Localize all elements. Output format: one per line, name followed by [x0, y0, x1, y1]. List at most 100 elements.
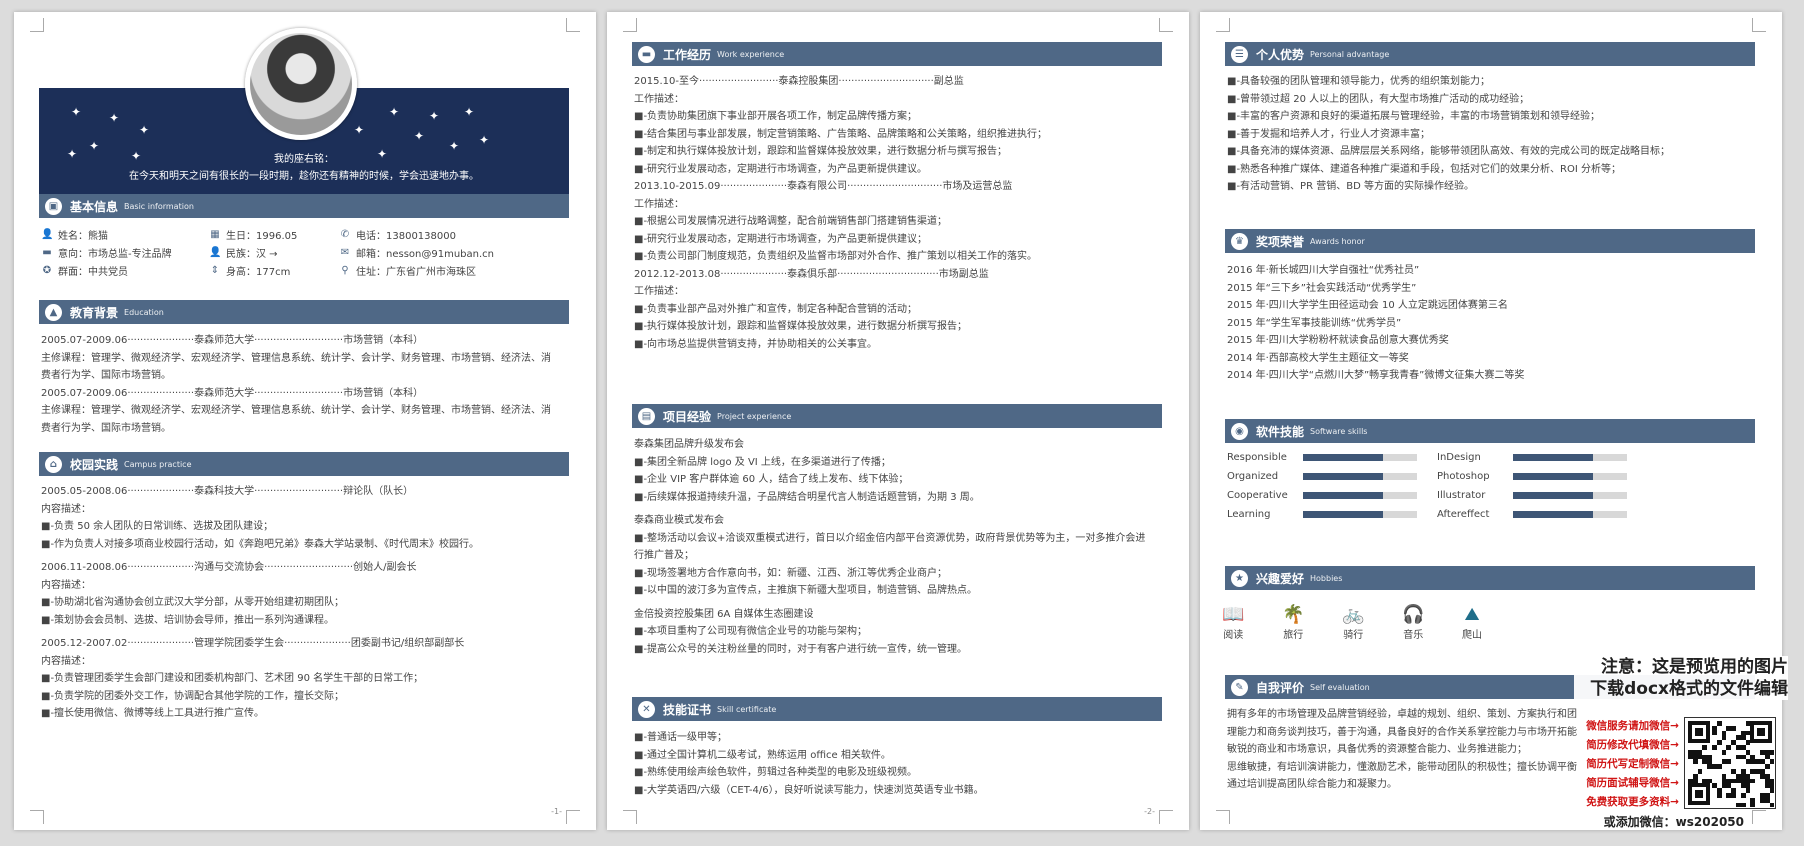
section-header-advantage: ☰ 个人优势 Personal advantage [1225, 42, 1755, 66]
section-subtitle: Project experience [717, 411, 792, 421]
text-line: 通过培训提高团队综合能力和凝聚力。 [1227, 779, 1397, 790]
qr-module [1716, 764, 1722, 769]
resume-page-1: ✦ ✦ ✦ ✦ ✦ ✦ ✦ ✦ ✦ ✦ ✦ ✦ ✦ ✦ 我的座右铭： 在今天和明… [14, 12, 596, 830]
basic-info-text: 民族：汉 → [226, 249, 278, 260]
promo-link[interactable]: 简历面试辅导微信→ [1586, 774, 1679, 793]
text-line: 2015 年·四川大学粉粉杯就读食品创意大赛优秀奖 [1227, 335, 1449, 346]
text-line: ■-协助湖北省沟通协会创立武汉大学分部，从零开始组建初期团队； [41, 597, 345, 608]
section-header-project: ▤ 项目经验 Project experience [632, 404, 1162, 428]
skill-bar [1513, 454, 1627, 461]
section-title: 工作经历 [663, 47, 712, 62]
hobby-item: 🎧 音乐 [1402, 604, 1424, 641]
section-header-hobbies: ★ 兴趣爱好 Hobbies [1225, 566, 1755, 590]
resume-page-3: ☰ 个人优势 Personal advantage ■-具备较强的团队管理和领导… [1200, 12, 1782, 830]
text-line: 工作描述： [634, 93, 684, 105]
margin-corner-mark [1752, 810, 1766, 824]
text-line: ■-曾带领过超 20 人以上的团队，有大型市场推广活动的成功经验； [1227, 93, 1530, 105]
margin-corner-mark [1216, 810, 1230, 824]
palm-tree-icon: 🌴 [1282, 604, 1305, 625]
text-line: 主修课程：管理学、微观经济学、宏观经济学、管理信息系统、统计学、会计学、财务管理… [41, 352, 551, 364]
gamepad-icon: ◉ [1231, 422, 1248, 440]
margin-corner-mark [566, 18, 580, 32]
section-subtitle: Self evaluation [1310, 682, 1370, 692]
page-number: -1- [551, 807, 562, 816]
text-line: 2015.10-至今·························泰森控股集… [634, 76, 964, 87]
qr-module [1712, 745, 1717, 750]
skill-row: Aftereffect [1437, 509, 1627, 520]
qr-module [1764, 764, 1770, 769]
qr-code[interactable] [1684, 717, 1776, 809]
bicycle-icon: 🚲 [1342, 604, 1365, 625]
skill-label: Illustrator [1437, 490, 1486, 501]
promo-link[interactable]: 简历代写定制微信→ [1586, 755, 1679, 774]
skill-bar [1513, 473, 1627, 480]
text-line: ■-向市场总监提供营销支持，并协助相关的公关事宜。 [634, 338, 878, 350]
qr-module [1769, 802, 1775, 808]
trophy-icon: ♛ [1231, 232, 1248, 250]
basic-info-item: 👤 民族：汉 → [209, 245, 278, 261]
text-line: 费者行为学、国际市场营销。 [41, 422, 171, 434]
user-icon: 👤 [41, 228, 54, 240]
skill-row: Learning [1227, 509, 1417, 520]
basic-info-item: ▬ 意向：市场总监-专注品牌 [41, 245, 171, 261]
text-line: 2006.11-2008.06·····················沟通与交… [41, 562, 417, 573]
skill-bar-fill [1513, 511, 1593, 518]
text-line: 泰森商业模式发布会 [634, 515, 724, 526]
skill-bar [1303, 454, 1417, 461]
text-line: ■-负责管理团委学生会部门建设和团委机构部门、艺术团 90 名学生干部的日常工作… [41, 673, 424, 684]
text-line: ■-熟练使用绘声绘色软件，剪辑过各种类型的电影及班级视频。 [634, 767, 918, 778]
promo-link[interactable]: 简历修改代填微信→ [1586, 736, 1679, 755]
text-line: 2014 年·西部高校大学生主题征文一等奖 [1227, 352, 1409, 364]
star-icon: ✦ [464, 105, 475, 119]
hobby-item: ⛰ 爬山 [1462, 604, 1482, 641]
qr-module [1731, 725, 1736, 731]
text-line: ■-负责 50 余人团队的日常训练、选拔及团队建设； [41, 521, 274, 532]
basic-info-item: ⚲ 住址：广东省广州市海珠区 [339, 263, 476, 279]
section-title: 技能证书 [663, 702, 712, 717]
promo-links: 微信服务请加微信→ 简历修改代填微信→ 简历代写定制微信→ 简历面试辅导微信→ 免费获取… [1586, 717, 1679, 812]
resume-page-2: ▬ 工作经历 Work experience 2015.10-至今·······… [607, 12, 1189, 830]
tools-icon: ✕ [638, 700, 655, 718]
section-subtitle: Basic information [124, 201, 194, 211]
qr-finder [1688, 783, 1710, 805]
qr-module [1716, 740, 1722, 745]
education-content: 2005.07-2009.06·····················泰森师范… [41, 332, 573, 437]
cert-content: ■-普通话一级甲等； ■-通过全国计算机二级考试，熟练运用 office 相关软件… [634, 729, 1166, 799]
margin-corner-mark [1159, 810, 1173, 824]
badge-icon: ✪ [42, 264, 52, 276]
star-icon: ✦ [71, 105, 82, 119]
text-line: ■-负责公司部门制度规范，负责组织及监督市场部对外合作、推广策划以相关工作的落实… [634, 251, 1038, 262]
qr-module [1750, 802, 1756, 808]
star-icon: ✦ [429, 109, 440, 123]
margin-corner-mark [1752, 18, 1766, 32]
section-subtitle: Hobbies [1310, 573, 1343, 583]
preview-notice: 注意：这是预览用的图片 下载docx格式的文件编辑 [1574, 656, 1788, 700]
mail-icon: ✉ [340, 246, 350, 258]
wechat-contact: 或添加微信：ws202050 [1603, 815, 1744, 829]
mountain-icon: ⛰ [1464, 604, 1480, 625]
text-line: 敏锐的商业和市场意识，具备优秀的资源整合能力、业务推进能力； [1227, 744, 1527, 755]
qr-module [1745, 788, 1751, 793]
text-line: ■-负责学院的团委外交工作，协调配合其他学院的工作，擅长交际； [41, 690, 345, 702]
section-title: 兴趣爱好 [1256, 571, 1305, 586]
skill-bar-fill [1303, 511, 1383, 518]
skill-bar-fill [1303, 454, 1383, 461]
basic-info-text: 生日：1996.05 [226, 231, 298, 242]
basic-info-item: ✉ 邮箱：nesson@91muban.cn [339, 245, 494, 261]
qr-module [1769, 759, 1775, 765]
margin-corner-mark [1159, 18, 1173, 32]
qr-finder-center [1695, 790, 1703, 798]
text-line: 2015 年·四川大学学生田径运动会 10 人立定跳远团体赛第三名 [1227, 300, 1508, 311]
skill-row: Photoshop [1437, 471, 1627, 482]
text-line: 内容描述： [41, 579, 91, 591]
qr-module [1740, 802, 1746, 808]
motto-title: 我的座右铭： [274, 154, 334, 165]
promo-link[interactable]: 免费获取更多资料→ [1586, 793, 1679, 812]
hobby-label: 旅行 [1283, 630, 1304, 641]
promo-link[interactable]: 微信服务请加微信→ [1586, 717, 1679, 736]
basic-info-item: ✪ 群面：中共党员 [41, 263, 128, 279]
text-line: ■-制定和执行媒体投放计划，跟踪和监督媒体投放效果，进行数据分析与撰写报告； [634, 146, 1008, 157]
qr-finder-center [1757, 728, 1765, 736]
qr-module [1716, 721, 1722, 726]
text-line: ■-执行媒体投放计划，跟踪和监督媒体投放效果，进行数据分析撰写报告； [634, 321, 968, 332]
